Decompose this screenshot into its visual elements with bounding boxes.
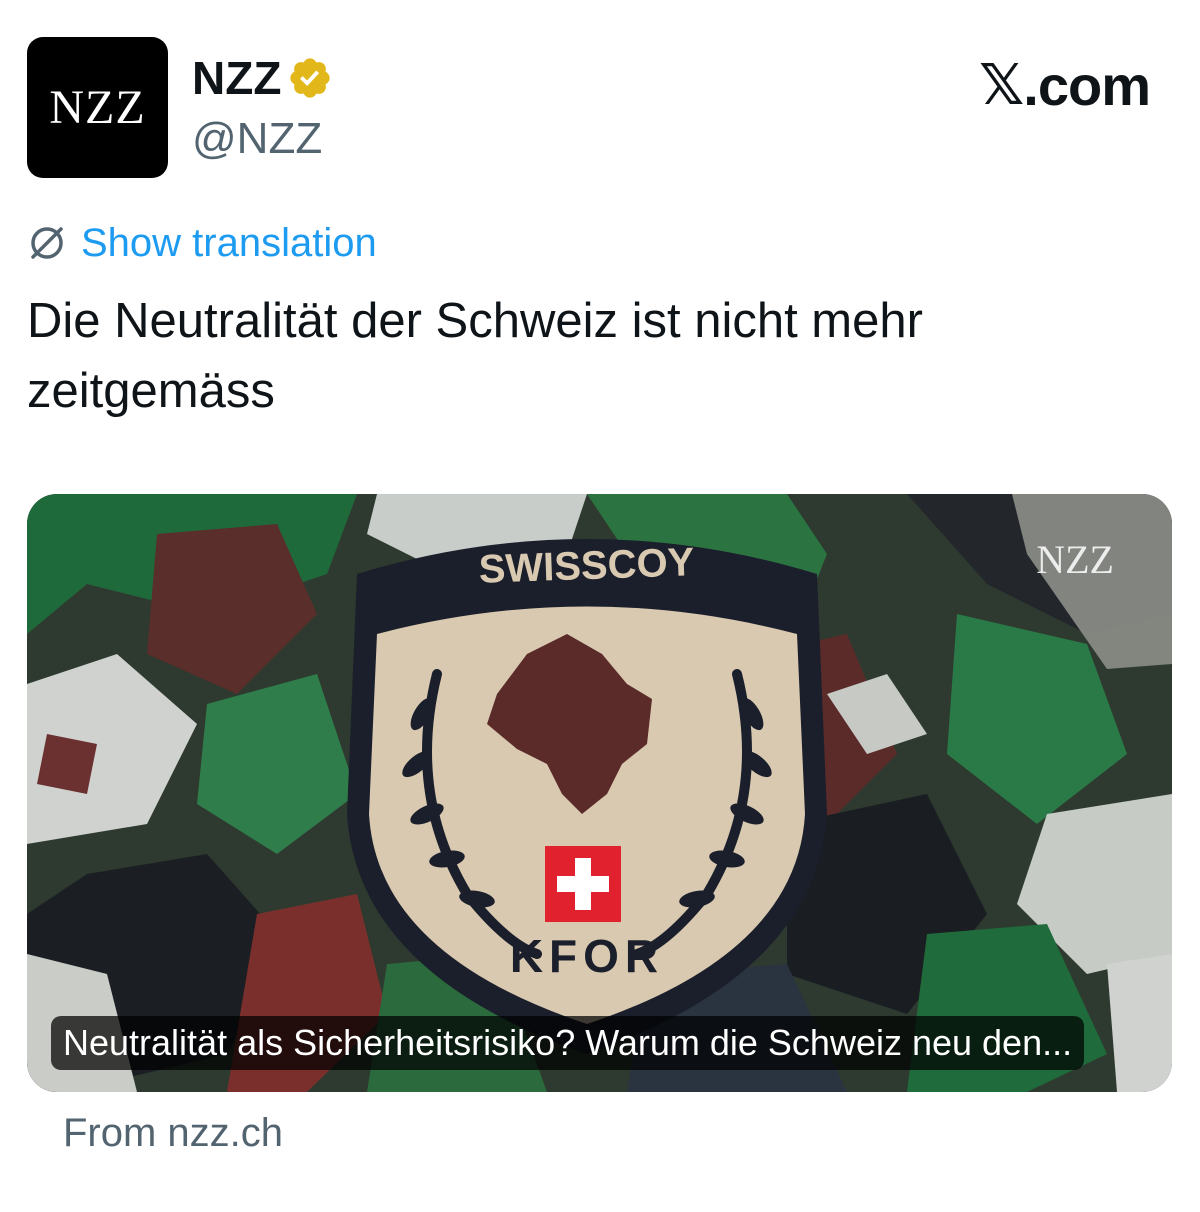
x-domain-text: .com (1023, 54, 1151, 117)
globe-icon (31, 227, 63, 259)
card-source[interactable]: From nzz.ch (63, 1108, 283, 1158)
avatar-logo-text: NZZ (49, 81, 146, 134)
x-logo-icon: 𝕏 (979, 53, 1024, 118)
tweet-text: Die Neutralität der Schweiz ist nicht me… (27, 294, 923, 418)
link-preview-card[interactable]: SWISSCOY KFOR NZZ Neutralität als Sicher… (27, 494, 1172, 1092)
author-display-name[interactable]: NZZ (192, 50, 333, 106)
patch-bottom-text: KFOR (510, 930, 664, 982)
author-handle[interactable]: @NZZ (192, 112, 322, 166)
x-com-logo: 𝕏 .com (979, 53, 1151, 118)
display-name-text: NZZ (192, 52, 282, 104)
show-translation-link[interactable]: Show translation (27, 218, 377, 268)
verified-badge-icon (290, 58, 331, 98)
card-headline: Neutralität als Sicherheitsrisiko? Warum… (51, 1016, 1085, 1070)
nzz-avatar[interactable]: NZZ (27, 37, 168, 178)
card-image-watermark: NZZ (1036, 537, 1114, 582)
patch-top-text: SWISSCOY (478, 540, 695, 592)
show-translation-label: Show translation (81, 221, 377, 265)
card-image: SWISSCOY KFOR (27, 494, 1172, 1092)
